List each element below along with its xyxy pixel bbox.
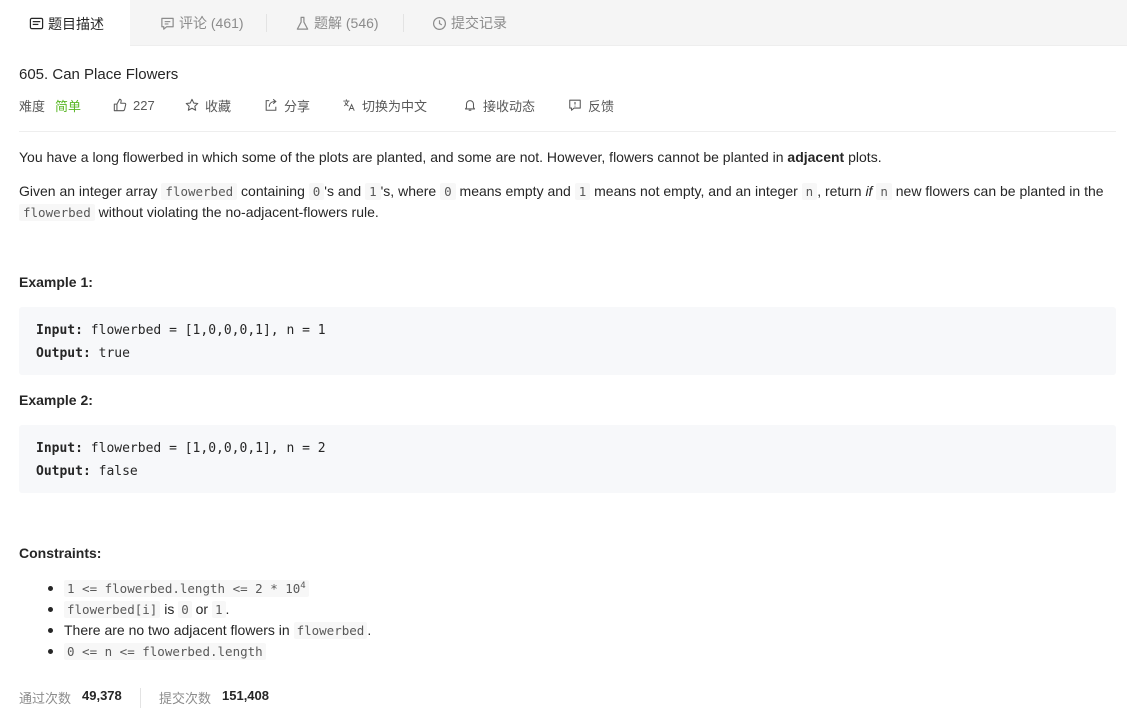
inline-code: 0 <= n <= flowerbed.length: [64, 643, 266, 660]
favorite-button[interactable]: 收藏: [185, 95, 231, 115]
share-button[interactable]: 分享: [264, 95, 310, 115]
list-item: There are no two adjacent flowers in flo…: [19, 620, 371, 641]
problem-title: 605. Can Place Flowers: [19, 66, 179, 83]
difficulty-label: 难度: [19, 98, 46, 114]
translate-button[interactable]: 切换为中文: [342, 95, 427, 115]
like-button[interactable]: 227: [113, 95, 155, 115]
list-item: 0 <= n <= flowerbed.length: [19, 641, 371, 662]
thumbs-up-icon: [113, 98, 127, 112]
feedback-icon: [569, 99, 581, 111]
output-label: Output:: [36, 346, 91, 361]
list-item: 1 <= flowerbed.length <= 2 * 104: [19, 578, 371, 599]
submitted-label: 提交次数: [159, 691, 212, 706]
text: new flowers can be planted in the: [891, 183, 1104, 199]
text: 's, where: [380, 183, 441, 199]
tab-solutions[interactable]: 题解 (546): [294, 0, 379, 46]
bold-text: adjacent: [787, 149, 845, 165]
constraints-heading: Constraints:: [19, 545, 102, 561]
input-label: Input:: [36, 441, 83, 456]
inline-code: 0: [178, 601, 192, 618]
output-value: true: [98, 346, 130, 361]
tab-label: 题目描述: [48, 15, 104, 32]
stats-divider: [140, 688, 141, 708]
notify-button[interactable]: 接收动态: [463, 95, 535, 115]
input-label: Input:: [36, 323, 83, 338]
inline-code: n: [876, 183, 892, 200]
tab-label: 题解 (546): [314, 15, 379, 31]
inline-code: n: [801, 183, 818, 200]
comment-icon: [159, 15, 175, 31]
tab-divider: [266, 14, 267, 32]
text: or: [191, 601, 212, 617]
description-paragraph-2: Given an integer array flowerbed contain…: [19, 181, 1119, 223]
tab-submissions[interactable]: 提交记录: [431, 0, 507, 46]
input-value: flowerbed = [1,0,0,0,1], n = 2: [90, 441, 326, 456]
italic-text: if: [865, 183, 873, 199]
text: You have a long flowerbed in which some …: [19, 149, 788, 165]
difficulty-badge: 简单: [55, 98, 82, 114]
favorite-label: 收藏: [205, 98, 232, 114]
text: plots.: [844, 149, 882, 165]
submitted-count: 151,408: [222, 688, 269, 703]
text: containing: [237, 183, 309, 199]
inline-code: flowerbed: [161, 183, 238, 200]
star-icon: [185, 98, 199, 111]
output-label: Output:: [36, 464, 91, 479]
description-icon: [28, 16, 44, 32]
description-paragraph-1: You have a long flowerbed in which some …: [19, 147, 1119, 168]
feedback-label: 反馈: [588, 98, 615, 114]
clock-icon: [431, 15, 447, 31]
input-value: flowerbed = [1,0,0,0,1], n = 1: [90, 323, 326, 338]
like-count: 227: [133, 97, 155, 113]
superscript: 4: [300, 580, 306, 591]
translate-icon: [343, 99, 355, 111]
inline-code: flowerbed: [293, 622, 368, 639]
text: is: [160, 601, 179, 617]
tab-label: 评论 (461): [179, 15, 244, 31]
difficulty: 难度 简单: [19, 95, 81, 115]
inline-code: 1: [211, 601, 226, 618]
text: .: [367, 622, 372, 638]
flask-icon: [294, 15, 310, 31]
inline-code: 1: [365, 183, 381, 200]
tab-description[interactable]: 题目描述: [0, 0, 130, 47]
tab-divider: [403, 14, 404, 32]
tab-comments[interactable]: 评论 (461): [159, 0, 244, 46]
example-1-heading: Example 1:: [19, 274, 93, 290]
inline-code: 0: [308, 183, 325, 200]
inline-code: 1 <= flowerbed.length <= 2 * 104: [64, 580, 309, 597]
bell-icon: [464, 100, 476, 111]
feedback-button[interactable]: 反馈: [568, 95, 614, 115]
divider: [19, 131, 1116, 132]
list-item: flowerbed[i] is 0 or 1.: [19, 599, 371, 620]
translate-label: 切换为中文: [362, 98, 428, 114]
output-value: false: [98, 464, 138, 479]
example-2-heading: Example 2:: [19, 392, 93, 408]
text: .: [225, 601, 230, 617]
text: 's and: [324, 183, 366, 199]
text: means not empty, and an integer: [590, 183, 802, 199]
inline-code: flowerbed[i]: [64, 601, 161, 618]
code-text: 1 <= flowerbed.length <= 2 * 10: [67, 581, 301, 596]
example-1-block: Input: flowerbed = [1,0,0,0,1], n = 1 Ou…: [19, 307, 1116, 375]
example-2-block: Input: flowerbed = [1,0,0,0,1], n = 2 Ou…: [19, 425, 1116, 493]
tab-label: 提交记录: [451, 15, 507, 31]
text: Given an integer array: [19, 183, 162, 199]
tab-bar: 题目描述 评论 (461) 题解 (546) 提交记录: [0, 0, 1127, 47]
share-icon: [265, 98, 277, 111]
inline-code: flowerbed: [19, 204, 95, 221]
text: There are no two adjacent flowers in: [64, 622, 294, 638]
constraints-list: 1 <= flowerbed.length <= 2 * 104 flowerb…: [19, 578, 371, 662]
share-label: 分享: [284, 98, 311, 114]
accepted-count: 49,378: [82, 688, 122, 703]
notify-label: 接收动态: [483, 98, 536, 114]
text: means empty and: [455, 183, 575, 199]
inline-code: 1: [574, 183, 591, 200]
accepted-label: 通过次数: [19, 691, 72, 706]
inline-code: 0: [440, 183, 456, 200]
text: , return: [817, 183, 866, 199]
text: without violating the no-adjacent-flower…: [94, 204, 379, 220]
